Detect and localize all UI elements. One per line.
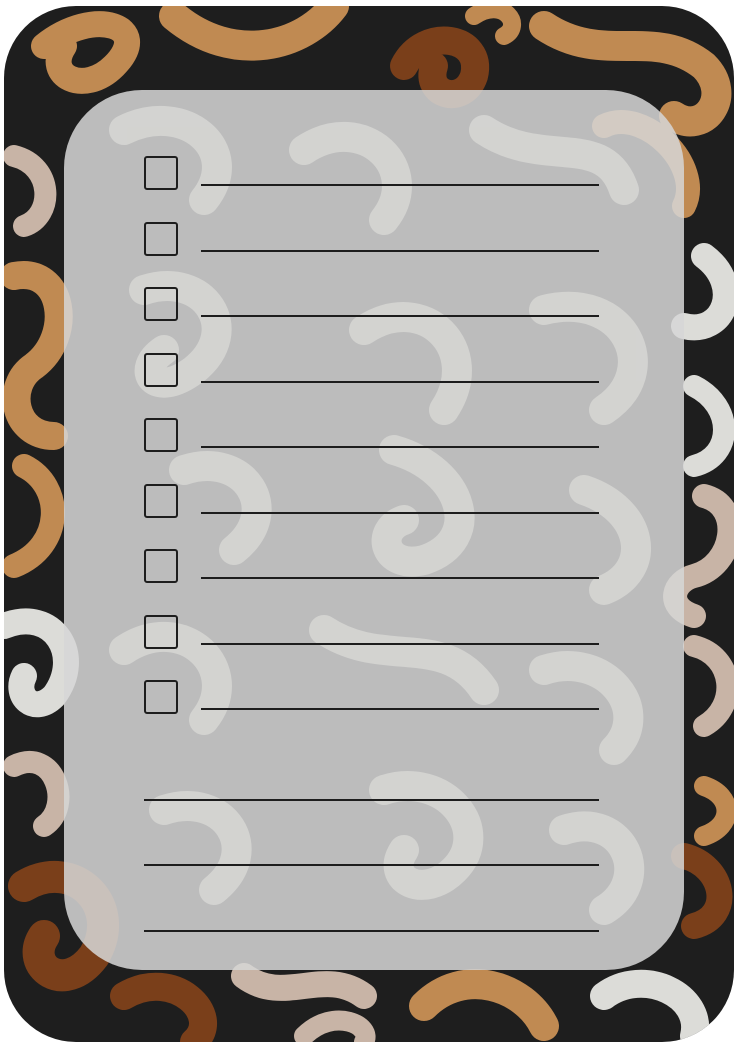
checkbox[interactable] bbox=[144, 549, 178, 583]
writing-line[interactable] bbox=[201, 184, 599, 186]
checklist-item bbox=[64, 547, 684, 587]
checklist-item bbox=[64, 351, 684, 391]
checkbox[interactable] bbox=[144, 222, 178, 256]
writing-line[interactable] bbox=[201, 381, 599, 383]
checklist-item bbox=[64, 416, 684, 456]
checkbox[interactable] bbox=[144, 287, 178, 321]
notes-line[interactable] bbox=[144, 799, 599, 801]
checkbox[interactable] bbox=[144, 418, 178, 452]
checklist-item bbox=[64, 482, 684, 522]
checklist-item bbox=[64, 613, 684, 653]
checkbox[interactable] bbox=[144, 615, 178, 649]
checkbox[interactable] bbox=[144, 680, 178, 714]
patterned-border-frame bbox=[4, 6, 734, 1042]
stationery-page bbox=[0, 0, 740, 1047]
writing-line[interactable] bbox=[201, 577, 599, 579]
writing-line[interactable] bbox=[201, 512, 599, 514]
checklist-item bbox=[64, 285, 684, 325]
checklist-item bbox=[64, 678, 684, 718]
checklist-item bbox=[64, 220, 684, 260]
checklist-item bbox=[64, 154, 684, 194]
writing-line[interactable] bbox=[201, 708, 599, 710]
writing-line[interactable] bbox=[201, 643, 599, 645]
checkbox[interactable] bbox=[144, 156, 178, 190]
checklist-panel bbox=[64, 90, 684, 970]
writing-line[interactable] bbox=[201, 446, 599, 448]
notes-line[interactable] bbox=[144, 930, 599, 932]
checkbox[interactable] bbox=[144, 484, 178, 518]
writing-line[interactable] bbox=[201, 315, 599, 317]
checkbox[interactable] bbox=[144, 353, 178, 387]
writing-line[interactable] bbox=[201, 250, 599, 252]
notes-line[interactable] bbox=[144, 864, 599, 866]
